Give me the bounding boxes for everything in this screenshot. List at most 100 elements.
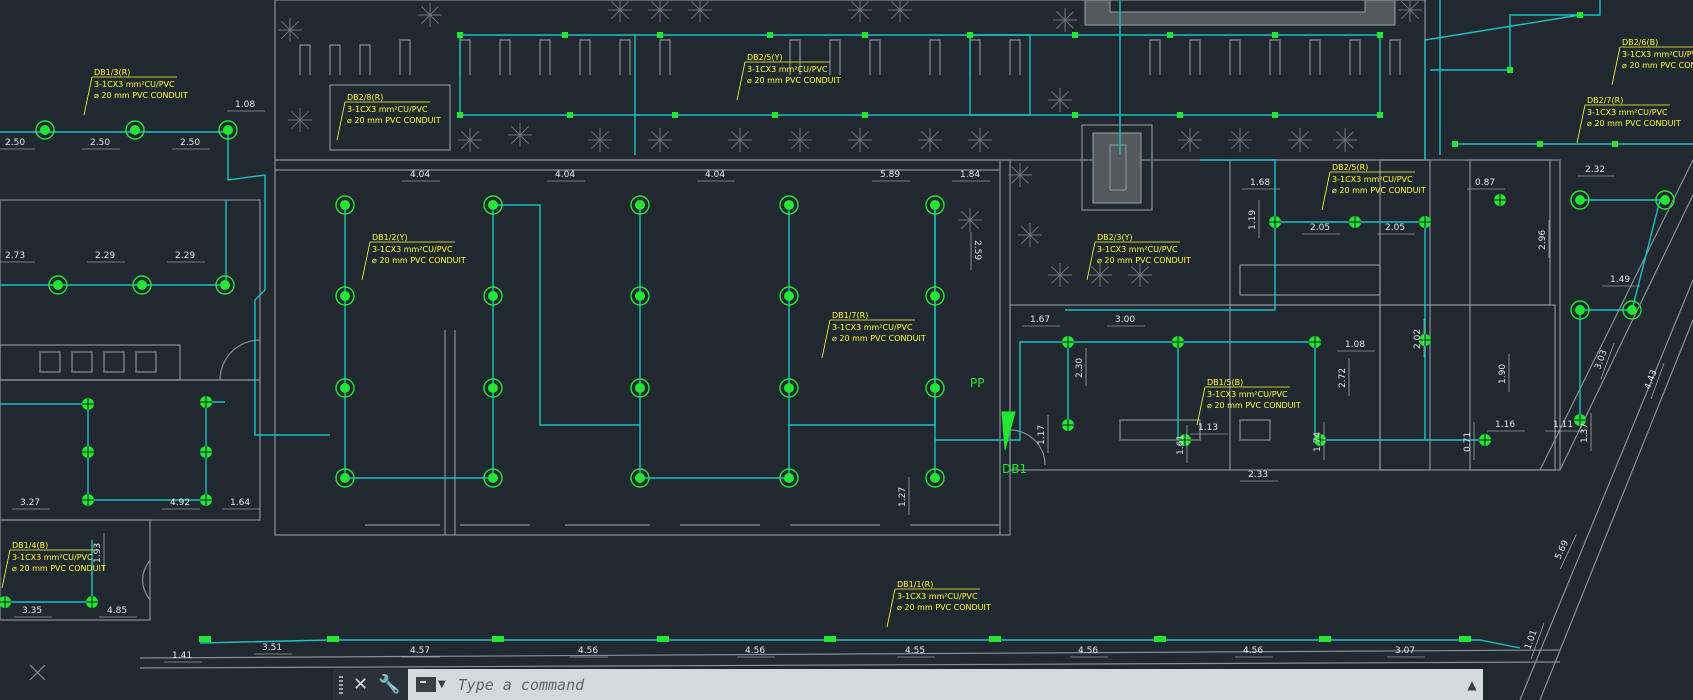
cable-spec: 3-1CX3 mm²CU/PVC: [372, 245, 453, 254]
spot-light-icon[interactable]: [82, 446, 94, 458]
circuit-note[interactable]: DB2/7(R) 3-1CX3 mm²CU/PVC ⌀ 20 mm PVC COND…: [1576, 96, 1681, 144]
dimension-label: 4.04: [410, 170, 430, 180]
junction-box-icon: [1072, 32, 1078, 38]
circuit-note[interactable]: DB1/1(R) 3-1CX3 mm²CU/PVC ⌀ 20 mm PVC COND…: [886, 580, 991, 628]
junction-box-icon: [1167, 32, 1173, 38]
grip-icon[interactable]: [339, 675, 343, 694]
circuit-note[interactable]: DB1/5(B) 3-1CX3 mm²CU/PVC ⌀ 20 mm PVC COND…: [1196, 378, 1301, 426]
circuit-note[interactable]: DB2/5(R) 3-1CX3 mm²CU/PVC ⌀ 20 mm PVC COND…: [1321, 163, 1426, 211]
circuit-note[interactable]: DB2/5(Y) 3-1CX3 mm²CU/PVC ⌀ 20 mm PVC COND…: [736, 53, 841, 101]
spot-light-icon[interactable]: [200, 396, 212, 408]
junction-box-icon: [862, 32, 868, 38]
chevron-down-icon[interactable]: ▼: [438, 679, 446, 690]
dimension-label: 4.56: [745, 646, 765, 656]
spot-light-icon[interactable]: [1479, 434, 1491, 446]
wall-light-icon[interactable]: [1319, 636, 1331, 642]
dimension-label: 1.41: [172, 651, 192, 661]
dimension-label: 1.84: [960, 170, 980, 180]
wrench-icon[interactable]: 🔧: [378, 675, 400, 694]
dimension-label: 1.16: [1495, 420, 1515, 430]
circuit-note[interactable]: DB1/4(B) 3-1CX3 mm²CU/PVC ⌀ 20 mm PVC COND…: [1, 541, 106, 589]
distribution-board-db1[interactable]: PP DB1: [970, 376, 1027, 476]
spot-light-icon[interactable]: [1172, 336, 1184, 348]
dimension-label: 1.17: [1037, 425, 1047, 445]
circuit-note[interactable]: DB1/3(R) 3-1CX3 mm²CU/PVC ⌀ 20 mm PVC COND…: [83, 68, 188, 116]
junction-box-icon: [457, 112, 463, 118]
dimension-label: 2.05: [1310, 223, 1330, 233]
circuit-id: DB2/6(B): [1622, 38, 1658, 47]
wall-light-icon[interactable]: [824, 636, 836, 642]
spot-light-icon[interactable]: [0, 596, 11, 608]
dimension-label: 1.11: [1553, 420, 1573, 430]
circuit-note[interactable]: DB2/6(B) 3-1CX3 mm²CU/PVC ⌀ 20 mm PVC COND…: [1611, 38, 1693, 86]
wall-light-icon[interactable]: [657, 636, 669, 642]
junction-box-icon: [567, 112, 573, 118]
spot-light-icon[interactable]: [82, 398, 94, 410]
shrub-icon: [788, 128, 812, 152]
spot-light-icon[interactable]: [200, 494, 212, 506]
panel-label-pp: PP: [970, 376, 984, 390]
conduit-spec: ⌀ 20 mm PVC CONDUIT: [1587, 119, 1681, 128]
wall-light-icon[interactable]: [199, 636, 211, 642]
drawing-viewport[interactable]: 1.08 2.50 2.50 2.50 4.04 4.04 4.04 5.89 1.84 2.59…: [0, 0, 1693, 700]
spot-light-icon[interactable]: [1349, 216, 1361, 228]
dimension-label: 1.93: [93, 543, 103, 563]
light-fixture-icon[interactable]: [35, 120, 55, 140]
dimension-label: 2.02: [1413, 329, 1423, 349]
spot-light-icon[interactable]: [1062, 419, 1074, 431]
dimension-label: 2.73: [5, 251, 25, 261]
command-input[interactable]: [455, 674, 1461, 695]
dimension-label: 2.32: [1585, 165, 1605, 175]
dimension-label: 3.03: [1593, 349, 1609, 371]
dimension-label: 1.37: [1580, 423, 1590, 443]
conduit-spec: ⌀ 20 mm PVC CONDUIT: [1332, 186, 1426, 195]
spot-light-icon[interactable]: [1269, 216, 1281, 228]
shrub-icon: [968, 128, 992, 152]
shrub-icon: [1088, 263, 1112, 287]
junction-box-icon: [1272, 112, 1278, 118]
circuit-id: DB1/4(B): [12, 541, 48, 550]
conduit-spec: ⌀ 20 mm PVC CONDUIT: [372, 256, 466, 265]
junction-box-icon: [1452, 141, 1458, 147]
wall-light-icon[interactable]: [1154, 636, 1166, 642]
cable-spec: 3-1CX3 mm²CU/PVC: [1332, 175, 1413, 184]
spot-light-icon[interactable]: [200, 446, 212, 458]
spot-light-icon[interactable]: [82, 494, 94, 506]
light-fixture-icon[interactable]: [125, 120, 145, 140]
wall-light-icon[interactable]: [1459, 636, 1471, 642]
circuit-note[interactable]: DB1/7(R) 3-1CX3 mm²CU/PVC ⌀ 20 mm PVC COND…: [821, 311, 926, 359]
junction-box-icon: [1537, 141, 1543, 147]
circuit-note[interactable]: DB1/2(Y) 3-1CX3 mm²CU/PVC ⌀ 20 mm PVC COND…: [361, 233, 466, 281]
close-icon[interactable]: ✕: [353, 675, 368, 694]
circuit-note[interactable]: DB2/8(R) 3-1CX3 mm²CU/PVC ⌀ 20 mm PVC COND…: [336, 93, 441, 141]
spot-light-icon[interactable]: [86, 596, 98, 608]
cad-drawing-canvas[interactable]: 1.08 2.50 2.50 2.50 4.04 4.04 4.04 5.89 1.84 2.59…: [0, 0, 1693, 700]
dimension-label: 2.50: [90, 138, 110, 148]
spot-light-icon[interactable]: [1494, 194, 1506, 206]
wall-light-icon[interactable]: [492, 636, 504, 642]
spot-light-icon[interactable]: [1419, 216, 1431, 228]
dimension-label: 5.69: [1554, 539, 1572, 562]
dimension-label: 1.19: [1248, 210, 1258, 230]
shrub-icon: [1053, 8, 1077, 32]
dimension-label: 1.68: [1250, 178, 1270, 188]
shrub-icon: [608, 0, 632, 22]
spot-light-icon[interactable]: [1309, 336, 1321, 348]
spot-light-icon[interactable]: [1062, 336, 1074, 348]
junction-box-icon: [967, 32, 973, 38]
cable-spec: 3-1CX3 mm²CU/PVC: [347, 105, 428, 114]
dimension-label: 4.55: [905, 646, 925, 656]
terminal-prompt-icon[interactable]: [416, 677, 436, 692]
cable-spec: 3-1CX3 mm²CU/PVC: [747, 65, 828, 74]
shrub-icon: [1018, 223, 1042, 247]
dimension-label: 4.92: [170, 498, 190, 508]
command-line-handle[interactable]: ✕ 🔧: [333, 669, 408, 700]
dimension-label: 3.07: [1395, 646, 1415, 656]
dimension-label: 2.50: [180, 138, 200, 148]
wall-light-icon[interactable]: [327, 636, 339, 642]
circuit-id: DB2/5(Y): [747, 53, 783, 62]
chevron-up-icon[interactable]: ▲: [1461, 678, 1483, 692]
dimension-label: 3.35: [22, 606, 42, 616]
wall-light-icon[interactable]: [989, 636, 1001, 642]
dimension-label: 0.87: [1475, 178, 1495, 188]
